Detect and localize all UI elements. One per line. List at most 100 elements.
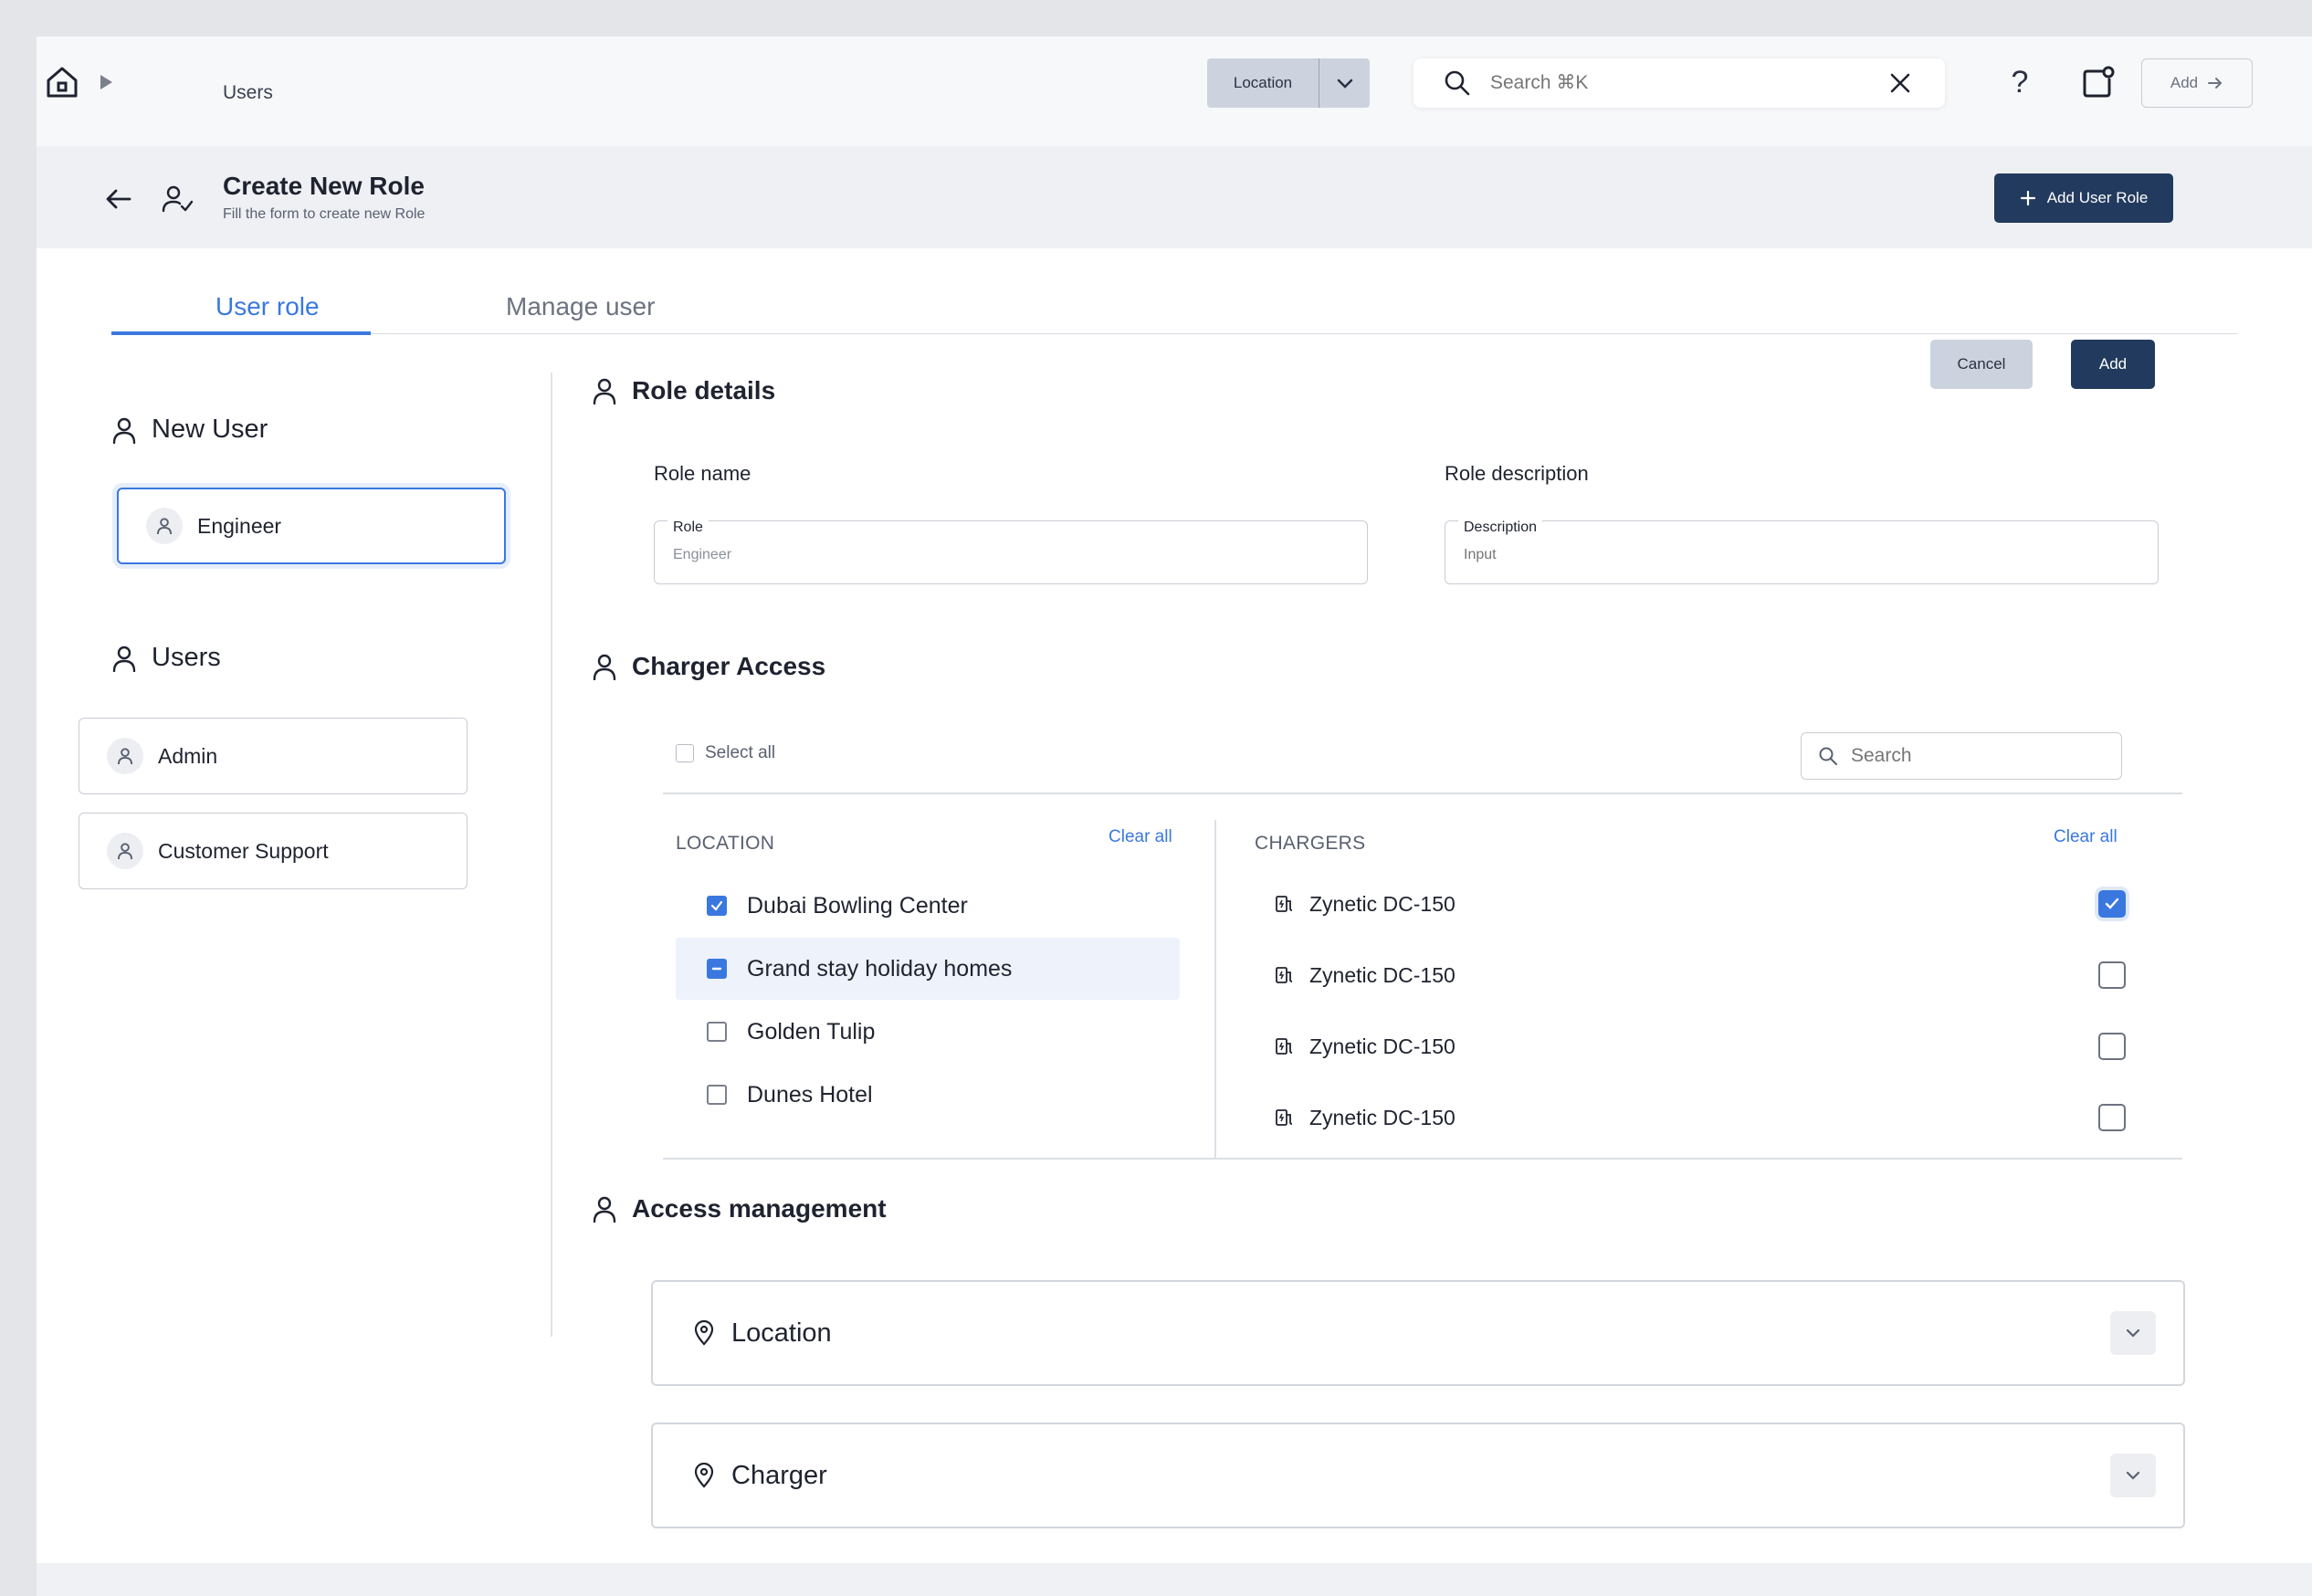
notification-icon[interactable]	[2080, 64, 2117, 100]
avatar	[146, 508, 183, 544]
search-icon	[1819, 747, 1837, 765]
new-user-section-title: New User	[111, 415, 268, 445]
divider	[663, 793, 2182, 794]
charger-search-input[interactable]	[1851, 745, 2088, 767]
location-row[interactable]: Golden Tulip	[676, 1001, 1180, 1063]
cancel-button[interactable]: Cancel	[1930, 340, 2033, 389]
avatar	[107, 738, 143, 774]
accordion-charger[interactable]: Charger	[651, 1423, 2185, 1528]
select-all[interactable]: Select all	[676, 743, 775, 763]
charger-access-label: Charger Access	[632, 652, 826, 680]
charger-name: Zynetic DC-150	[1309, 1105, 1456, 1129]
top-bar: Users Location ? Add	[37, 37, 2312, 146]
description-legend: Description	[1458, 520, 1543, 536]
user-card-admin[interactable]: Admin	[79, 718, 468, 794]
breadcrumb-users[interactable]: Users	[223, 82, 273, 104]
search-icon	[1445, 70, 1470, 96]
help-icon[interactable]: ?	[2002, 64, 2038, 100]
role-details-label: Role details	[632, 376, 776, 404]
access-management-title: Access management	[592, 1194, 887, 1223]
new-user-title: New User	[152, 415, 268, 444]
accordion-location[interactable]: Location	[651, 1280, 2185, 1386]
charger-row[interactable]: Zynetic DC-150	[1275, 1096, 2135, 1139]
global-search	[1413, 58, 1945, 108]
checkbox-unchecked[interactable]	[2098, 1104, 2126, 1131]
chevron-down-icon[interactable]	[2110, 1454, 2156, 1497]
page-subtitle: Fill the form to create new Role	[223, 206, 426, 222]
close-icon[interactable]	[1888, 71, 1912, 95]
active-tab-indicator	[111, 331, 371, 335]
add-top-label: Add	[2170, 74, 2199, 91]
back-arrow-icon[interactable]	[104, 184, 133, 214]
select-all-label: Select all	[705, 743, 776, 762]
charger-name: Zynetic DC-150	[1309, 891, 1456, 916]
users-title: Users	[152, 643, 221, 672]
user-name: Admin	[158, 743, 218, 768]
location-column-header: LOCATION	[676, 833, 775, 854]
location-pin-icon	[694, 1463, 714, 1488]
add-user-role-button[interactable]: Add User Role	[1994, 173, 2173, 223]
user-icon	[112, 646, 136, 672]
checkbox-unchecked[interactable]	[707, 1085, 727, 1105]
users-section-title: Users	[111, 643, 221, 673]
role-name-label: Role name	[654, 462, 751, 485]
location-row[interactable]: Dunes Hotel	[676, 1064, 1180, 1126]
page-title: Create New Role	[223, 172, 425, 200]
charger-row[interactable]: Zynetic DC-150	[1275, 882, 2135, 926]
avatar	[107, 833, 143, 869]
tab-bar: User role Manage user	[111, 248, 2237, 335]
role-name-field: Role	[654, 520, 1368, 584]
tab-user-role[interactable]: User role	[215, 292, 320, 321]
chevron-down-icon[interactable]	[1319, 58, 1370, 108]
clear-all-locations-link[interactable]: Clear all	[1109, 827, 1172, 847]
access-management-label: Access management	[632, 1194, 887, 1223]
ev-charger-icon	[1276, 1038, 1293, 1055]
user-name: Customer Support	[158, 838, 329, 863]
role-description-input[interactable]	[1464, 547, 2103, 563]
select-all-checkbox[interactable]	[676, 744, 694, 762]
role-description-label: Role description	[1445, 462, 1589, 485]
column-divider	[551, 373, 552, 1337]
user-card-customer-support[interactable]: Customer Support	[79, 813, 468, 889]
checkbox-unchecked[interactable]	[2098, 1033, 2126, 1060]
ev-charger-icon	[1276, 967, 1293, 983]
charger-row[interactable]: Zynetic DC-150	[1275, 953, 2135, 997]
chevron-down-icon[interactable]	[2110, 1311, 2156, 1355]
checkbox-unchecked[interactable]	[707, 1022, 727, 1042]
ev-charger-icon	[1276, 896, 1293, 912]
role-details-title: Role details	[592, 376, 775, 405]
home-icon[interactable]	[44, 64, 80, 100]
accordion-label: Location	[731, 1318, 832, 1348]
location-row[interactable]: Grand stay holiday homes	[676, 938, 1180, 1000]
location-pin-icon	[694, 1320, 714, 1346]
add-top-button[interactable]: Add	[2141, 58, 2253, 108]
location-select-label: Location	[1233, 74, 1293, 91]
charger-name: Zynetic DC-150	[1309, 962, 1456, 987]
location-name: Grand stay holiday homes	[747, 955, 1013, 982]
checkbox-checked[interactable]	[2098, 890, 2126, 918]
charger-row[interactable]: Zynetic DC-150	[1275, 1024, 2135, 1068]
add-button[interactable]: Add	[2071, 340, 2155, 389]
user-icon	[112, 417, 136, 444]
checkbox-unchecked[interactable]	[2098, 961, 2126, 989]
location-row[interactable]: Dubai Bowling Center	[676, 875, 1180, 937]
user-icon	[593, 654, 616, 680]
checkbox-checked[interactable]	[707, 896, 727, 916]
checkbox-indeterminate[interactable]	[707, 959, 727, 979]
user-icon	[593, 378, 616, 404]
global-search-input[interactable]	[1490, 72, 1874, 94]
arrow-right-icon	[2208, 78, 2223, 89]
user-icon	[593, 1196, 616, 1223]
page-header: Create New Role Fill the form to create …	[37, 146, 2312, 248]
tab-manage-user[interactable]: Manage user	[506, 292, 655, 321]
location-select[interactable]: Location	[1207, 58, 1370, 108]
charger-name: Zynetic DC-150	[1309, 1034, 1456, 1058]
column-divider	[1214, 820, 1216, 1158]
chargers-column-header: CHARGERS	[1255, 833, 1366, 854]
new-user-card[interactable]: Engineer	[117, 488, 506, 564]
clear-all-chargers-link[interactable]: Clear all	[2054, 827, 2118, 847]
bottom-strip	[37, 1563, 2312, 1596]
role-name-input[interactable]	[673, 547, 1312, 563]
breadcrumb-arrow-icon	[100, 75, 112, 89]
new-user-name: Engineer	[197, 513, 282, 538]
